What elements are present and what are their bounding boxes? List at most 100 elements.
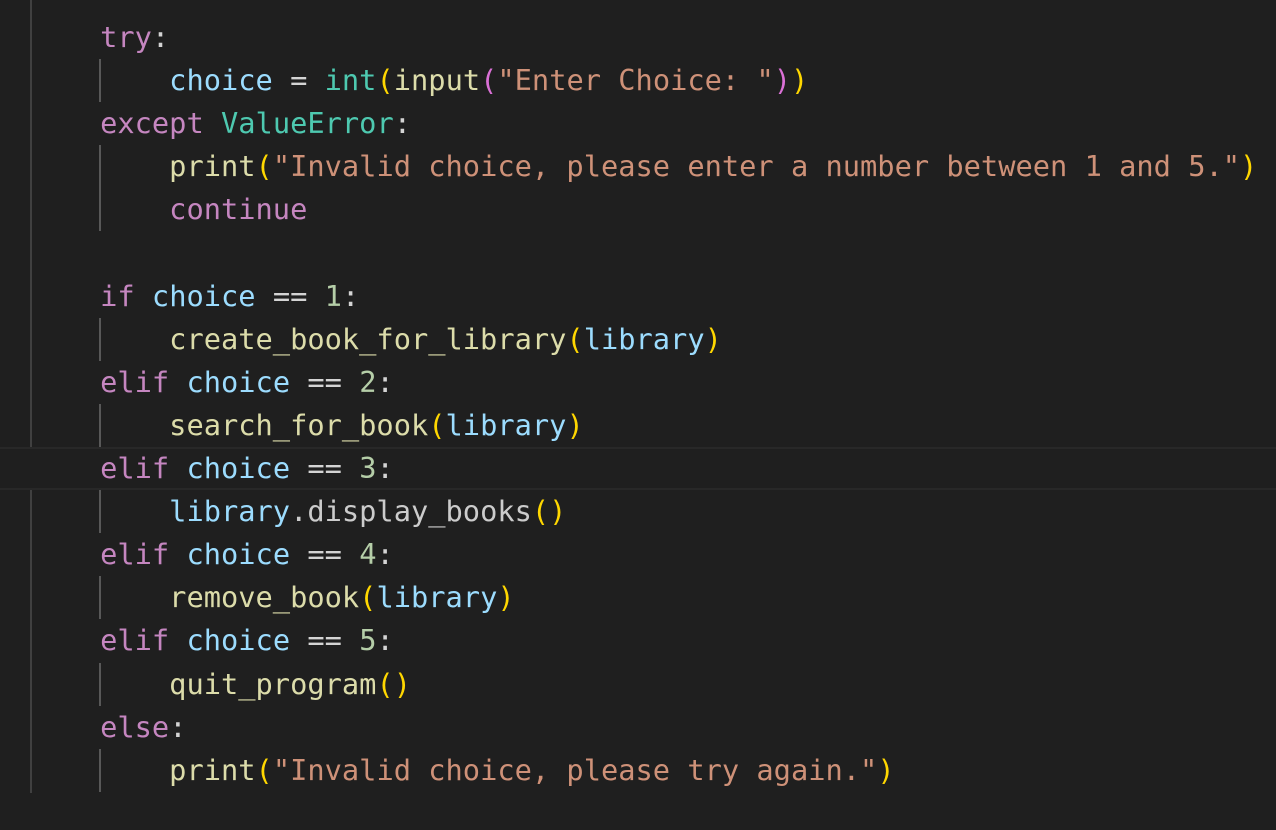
token-whitespace	[31, 494, 169, 528]
code-line[interactable]: library.display_books()	[0, 490, 1276, 534]
token-whitespace	[31, 192, 169, 226]
token-op: :	[393, 106, 412, 141]
token-b2: )	[773, 63, 792, 98]
code-line[interactable]: continue	[0, 188, 1276, 232]
code-text: if choice == 1:	[31, 275, 359, 318]
token-b1: (	[376, 63, 394, 98]
code-line-current[interactable]: elif choice == 3:	[0, 447, 1276, 490]
token-whitespace	[31, 279, 100, 313]
token-cls: ValueError	[221, 106, 394, 141]
token-pl: .display_books	[290, 494, 532, 529]
token-fn: remove_book	[169, 580, 360, 615]
token-num: 4	[359, 537, 377, 572]
token-b1: )	[497, 580, 515, 615]
token-whitespace	[31, 63, 169, 97]
code-text: continue	[31, 188, 307, 231]
code-line[interactable]: elif choice == 5:	[0, 619, 1276, 662]
token-whitespace	[31, 149, 169, 183]
code-line[interactable]	[0, 232, 1276, 275]
token-whitespace	[31, 580, 169, 614]
code-text: print("Invalid choice, please try again.…	[31, 749, 895, 792]
code-text: else:	[31, 706, 186, 749]
token-op: ==	[290, 537, 360, 572]
token-b1: (	[255, 752, 273, 787]
token-op: :	[151, 20, 170, 54]
token-kw: elif	[100, 451, 170, 485]
code-line[interactable]: print("Invalid choice, please enter a nu…	[0, 145, 1276, 189]
token-kw: try	[100, 20, 152, 54]
token-op: ==	[290, 451, 360, 485]
token-str: "Invalid choice, please enter a number b…	[272, 149, 1241, 184]
token-var: library	[376, 580, 498, 615]
token-op: :	[341, 278, 360, 313]
token-op: :	[376, 364, 394, 399]
code-text: choice = int(input("Enter Choice: "))	[31, 59, 808, 102]
token-cls: int	[324, 63, 377, 98]
token-var: library	[169, 494, 291, 529]
token-op: :	[376, 623, 394, 658]
token-b1: )	[566, 407, 584, 442]
code-line[interactable]: remove_book(library)	[0, 576, 1276, 620]
code-editor[interactable]: try: choice = int(input("Enter Choice: "…	[0, 0, 1276, 830]
token-whitespace	[31, 623, 100, 657]
token-whitespace	[31, 365, 100, 399]
code-line[interactable]: search_for_book(library)	[0, 403, 1276, 447]
token-whitespace	[31, 408, 169, 442]
token-fn: print	[169, 149, 256, 184]
token-b1: (	[359, 580, 377, 615]
token-b1: ()	[376, 666, 411, 701]
token-var: choice	[186, 537, 291, 572]
token-b1: ()	[531, 494, 567, 529]
code-line[interactable]: try:	[0, 16, 1276, 59]
token-op: ==	[290, 623, 360, 658]
token-whitespace	[135, 279, 152, 313]
token-whitespace	[31, 451, 100, 485]
token-var: choice	[186, 623, 291, 658]
token-whitespace	[31, 322, 169, 356]
token-var: choice	[186, 364, 291, 399]
token-b1: )	[877, 752, 895, 787]
token-var: choice	[186, 451, 291, 485]
code-line[interactable]: except ValueError:	[0, 102, 1276, 145]
token-op: :	[376, 451, 394, 485]
code-text: except ValueError:	[31, 102, 411, 145]
code-text: print("Invalid choice, please enter a nu…	[31, 145, 1257, 188]
code-text: quit_program()	[31, 663, 411, 706]
token-whitespace	[169, 623, 186, 657]
token-b1: (	[566, 321, 584, 356]
token-op: :	[376, 537, 394, 572]
token-op: =	[272, 63, 325, 98]
token-fn: print	[169, 752, 256, 787]
token-str: "Enter Choice: "	[497, 63, 774, 98]
code-line[interactable]: choice = int(input("Enter Choice: "))	[0, 59, 1276, 103]
token-b1: )	[791, 63, 809, 98]
token-whitespace	[31, 753, 169, 787]
token-kw: elif	[100, 537, 170, 572]
token-num: 3	[359, 451, 377, 485]
code-line[interactable]: quit_program()	[0, 662, 1276, 706]
token-op: ==	[255, 278, 325, 313]
token-whitespace	[31, 537, 100, 571]
token-kw: elif	[100, 623, 170, 658]
token-whitespace	[169, 537, 186, 571]
code-text: search_for_book(library)	[31, 404, 584, 447]
token-kw: except	[100, 106, 204, 141]
token-var: choice	[151, 278, 256, 313]
code-text: remove_book(library)	[31, 576, 515, 619]
code-text: elif choice == 3:	[31, 449, 394, 488]
token-fn: search_for_book	[169, 407, 429, 442]
token-kw: else	[100, 709, 170, 744]
token-whitespace	[31, 106, 100, 140]
token-b1: )	[704, 321, 722, 356]
code-line[interactable]: else:	[0, 706, 1276, 749]
code-text: library.display_books()	[31, 490, 566, 533]
code-line[interactable]: print("Invalid choice, please try again.…	[0, 748, 1276, 792]
code-line[interactable]: create_book_for_library(library)	[0, 317, 1276, 361]
code-line[interactable]: elif choice == 4:	[0, 533, 1276, 576]
code-line[interactable]: elif choice == 2:	[0, 361, 1276, 404]
code-line[interactable]: if choice == 1:	[0, 275, 1276, 318]
token-whitespace	[31, 710, 100, 744]
token-var: library	[445, 407, 567, 442]
code-text: try:	[31, 16, 169, 59]
token-whitespace	[169, 451, 186, 485]
